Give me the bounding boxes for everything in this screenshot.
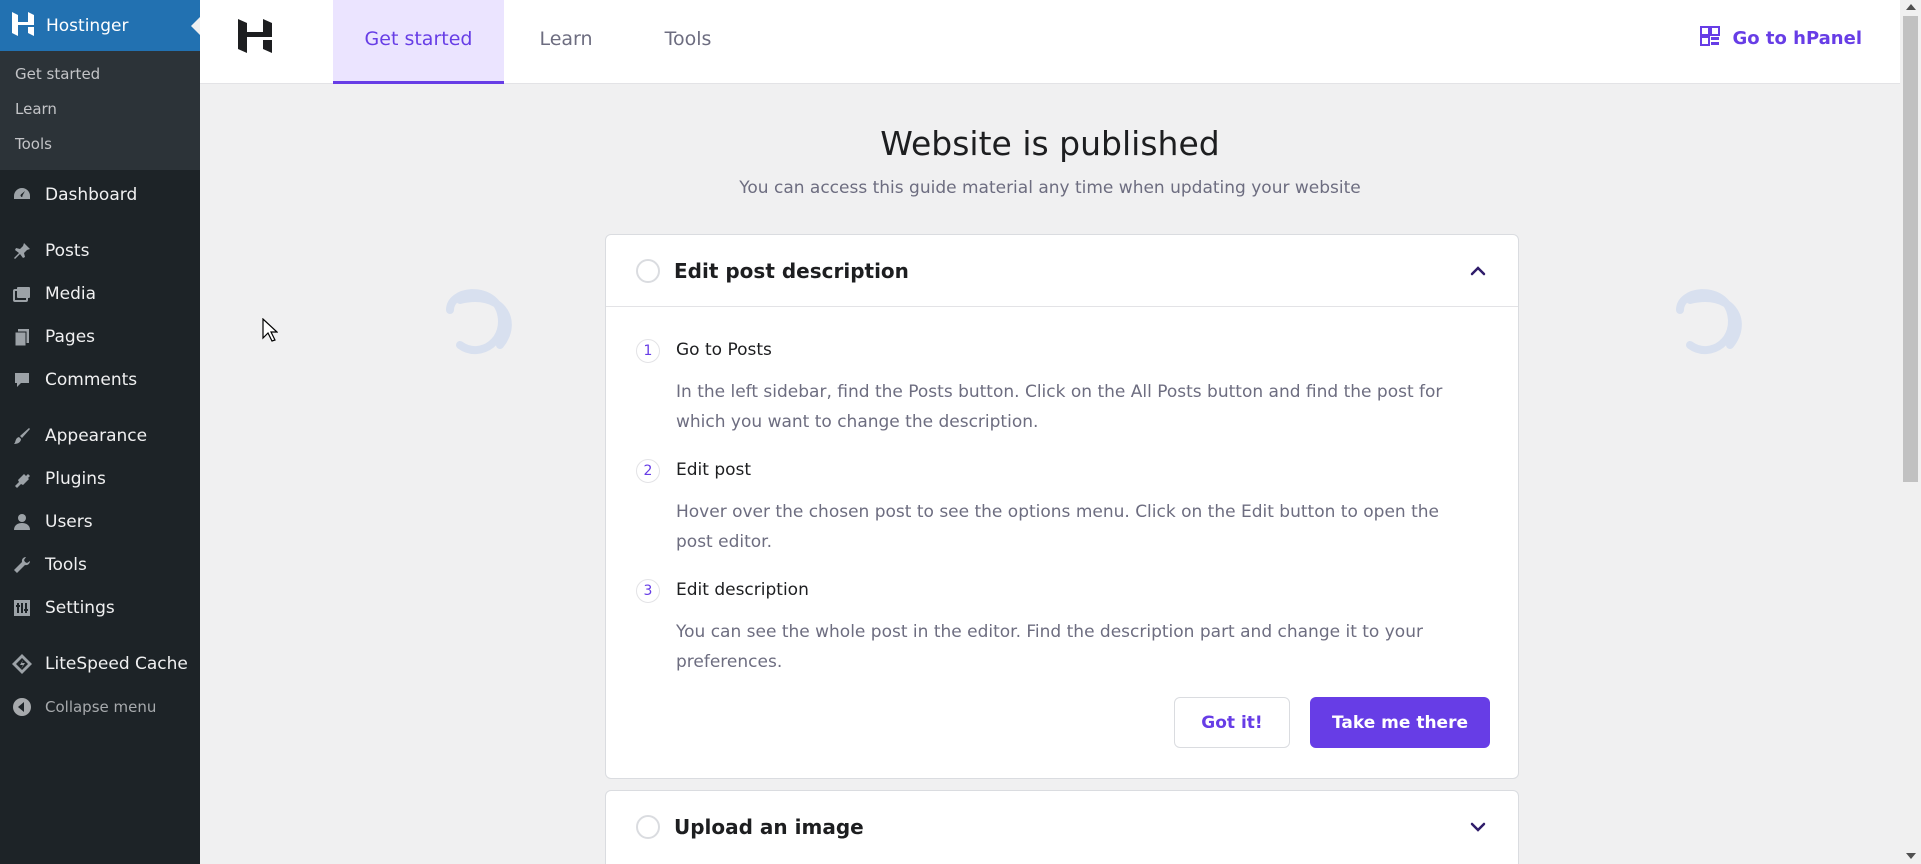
scroll-up-icon[interactable] [1906, 4, 1916, 10]
watermark-logo-icon [1676, 289, 1742, 354]
step-title: Edit post [676, 460, 752, 480]
dashboard-icon [11, 184, 33, 206]
status-circle-icon [636, 258, 660, 283]
sidebar-item-plugins[interactable]: Plugins [0, 457, 200, 500]
scrollbar-thumb[interactable] [1903, 16, 1918, 482]
sidebar-item-comments[interactable]: Comments [0, 358, 200, 401]
hostinger-logo-icon [236, 17, 274, 55]
sidebar-item-hostinger[interactable]: Hostinger [0, 0, 200, 51]
sidebar-submenu: Get started Learn Tools [0, 51, 200, 170]
sidebar-item-posts[interactable]: Posts [0, 229, 200, 272]
step-description: In the left sidebar, find the Posts butt… [676, 382, 1443, 432]
sidebar-item-label: Plugins [45, 468, 106, 489]
submenu-tools[interactable]: Tools [0, 127, 200, 162]
watermark-logo-icon [446, 289, 512, 354]
sidebar-item-settings[interactable]: Settings [0, 586, 200, 629]
user-icon [11, 511, 33, 533]
step-title: Go to Posts [676, 340, 772, 360]
sidebar-item-label: Comments [45, 369, 138, 390]
brush-icon [11, 425, 33, 447]
pin-icon [11, 240, 33, 262]
admin-sidebar: Hostinger Get started Learn Tools Dashbo… [0, 0, 200, 864]
sidebar-item-label: Users [45, 511, 93, 532]
tab-get-started[interactable]: Get started [333, 0, 504, 84]
sidebar-item-label: Pages [45, 326, 96, 347]
sidebar-item-appearance[interactable]: Appearance [0, 414, 200, 457]
submenu-learn[interactable]: Learn [0, 92, 200, 127]
sliders-icon [11, 597, 33, 619]
step-description: Hover over the chosen post to see the op… [676, 502, 1439, 552]
step-description: You can see the whole post in the editor… [676, 622, 1423, 672]
step-number: 2 [636, 459, 660, 483]
collapse-menu-button[interactable]: Collapse menu [0, 685, 200, 728]
sidebar-item-label: Media [45, 283, 97, 304]
guide-step: 1 Go to Posts In the left sidebar, find … [636, 339, 1486, 439]
guide-step: 2 Edit post Hover over the chosen post t… [636, 459, 1486, 559]
got-it-button[interactable]: Got it! [1174, 697, 1290, 748]
sidebar-item-media[interactable]: Media [0, 272, 200, 315]
chevron-down-icon[interactable] [1468, 817, 1488, 837]
card-header[interactable]: Upload an image [606, 791, 1518, 863]
chevron-up-icon[interactable] [1468, 261, 1488, 281]
sidebar-item-tools[interactable]: Tools [0, 543, 200, 586]
sidebar-item-label: Appearance [45, 425, 148, 446]
guide-step: 3 Edit description You can see the whole… [636, 579, 1486, 679]
collapse-arrow-icon [11, 696, 33, 718]
hostinger-logo-icon [10, 11, 36, 41]
card-title: Edit post description [674, 258, 909, 283]
card-title: Upload an image [674, 815, 864, 839]
pages-icon [11, 326, 33, 348]
status-circle-icon [636, 815, 660, 839]
sidebar-item-dashboard[interactable]: Dashboard [0, 173, 200, 216]
page-subtitle: You can access this guide material any t… [739, 178, 1361, 198]
grid-icon [1700, 26, 1721, 51]
sidebar-item-label: Dashboard [45, 184, 138, 205]
guide-card-edit-post-description: Edit post description 1 Go to Posts In t… [605, 234, 1519, 779]
tab-learn[interactable]: Learn [504, 0, 628, 84]
take-me-there-button[interactable]: Take me there [1310, 697, 1490, 748]
step-number: 3 [636, 579, 660, 603]
wrench-icon [11, 554, 33, 576]
sidebar-item-litespeed-cache[interactable]: LiteSpeed Cache [0, 642, 200, 685]
go-to-hpanel-link[interactable]: Go to hPanel [1700, 26, 1862, 51]
sidebar-item-label: Collapse menu [45, 697, 157, 716]
tab-tools[interactable]: Tools [628, 0, 748, 84]
plug-icon [11, 468, 33, 490]
sidebar-item-pages[interactable]: Pages [0, 315, 200, 358]
sidebar-item-users[interactable]: Users [0, 500, 200, 543]
sidebar-item-label: Tools [45, 554, 87, 575]
scroll-down-icon[interactable] [1906, 853, 1916, 859]
comment-icon [11, 369, 33, 391]
guide-card-upload-image: Upload an image [605, 790, 1519, 864]
step-number: 1 [636, 339, 660, 363]
media-icon [11, 283, 33, 305]
step-title: Edit description [676, 580, 809, 600]
mouse-cursor-icon [262, 318, 278, 342]
sidebar-item-label: Posts [45, 240, 90, 261]
top-navigation: Get started Learn Tools Go to hPanel [200, 0, 1900, 84]
sidebar-item-label: LiteSpeed Cache [45, 653, 188, 674]
diamond-icon [11, 653, 33, 675]
submenu-get-started[interactable]: Get started [0, 57, 200, 92]
sidebar-item-label: Hostinger [46, 15, 129, 36]
page-title: Website is published [880, 124, 1220, 163]
sidebar-item-label: Settings [45, 597, 115, 618]
card-header[interactable]: Edit post description [606, 235, 1518, 307]
hpanel-label: Go to hPanel [1732, 28, 1862, 49]
page-scrollbar[interactable] [1900, 0, 1921, 864]
